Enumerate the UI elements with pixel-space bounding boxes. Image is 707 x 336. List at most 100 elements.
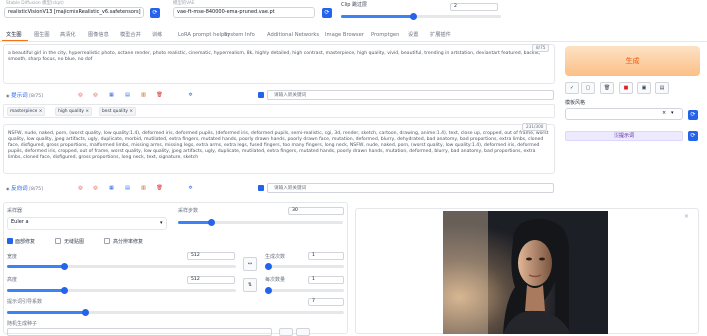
emoji-icon[interactable]: ◎ xyxy=(76,184,85,192)
swap-dimensions-button[interactable]: ⇅ xyxy=(243,278,257,292)
tab-2[interactable]: 高清化 xyxy=(60,29,76,41)
hires-fix-checkbox[interactable] xyxy=(104,238,110,244)
width-input[interactable]: 512 xyxy=(187,252,235,260)
tab-12[interactable]: 扩展插件 xyxy=(430,29,451,41)
width-label: 宽度 xyxy=(7,254,18,260)
batch-count-label: 生成次数 xyxy=(265,254,286,260)
chip-label: best quality xyxy=(102,109,128,114)
generate-button[interactable]: 生成 xyxy=(565,46,700,76)
seed-input[interactable] xyxy=(7,328,272,336)
trash-icon[interactable]: 🗑 xyxy=(600,82,614,94)
settings-icon[interactable]: ✲ xyxy=(186,91,195,99)
tab-5[interactable]: 训练 xyxy=(152,29,162,41)
extra-prompt-button[interactable]: 🅂提示词 xyxy=(565,131,683,141)
negative-keyword-toggle-checkbox[interactable] xyxy=(258,185,264,191)
clip-skip-input[interactable]: 2 xyxy=(450,3,498,11)
aspect-preset-button[interactable]: ↔ xyxy=(243,257,257,271)
negative-keyword-input[interactable]: 请输入新关键词 xyxy=(267,183,554,193)
chip-close-icon[interactable]: × xyxy=(85,109,89,114)
chip-high-quality[interactable]: high quality × xyxy=(55,107,93,116)
chip-best-quality[interactable]: best quality × xyxy=(99,107,137,116)
tab-1[interactable]: 图生图 xyxy=(34,29,50,41)
keyword-input[interactable]: 请输入新关键词 xyxy=(267,90,554,100)
chip-close-icon[interactable]: × xyxy=(129,109,133,114)
slider-handle[interactable] xyxy=(208,219,215,226)
close-icon[interactable]: × xyxy=(684,213,689,220)
prompt-textarea[interactable]: a beautiful girl in the city, hyperreali… xyxy=(3,44,555,84)
tab-6[interactable]: LoRA prompt helper xyxy=(178,29,230,41)
cfg-slider[interactable] xyxy=(7,309,344,316)
batch-size-slider[interactable] xyxy=(265,287,344,294)
prompt-token-counter: 8/75 xyxy=(532,44,550,52)
refresh-model-icon[interactable]: ⟳ xyxy=(150,8,160,18)
negative-textarea[interactable]: NSFW, nude, naked, porn, (worst quality,… xyxy=(3,124,555,174)
chip-masterpiece[interactable]: masterpiece × xyxy=(7,107,46,116)
restore-faces-checkbox[interactable] xyxy=(7,238,13,244)
style-clear-icon[interactable]: × xyxy=(662,109,666,118)
save-style-icon[interactable]: ▣ xyxy=(637,82,651,94)
tab-3[interactable]: 图像信息 xyxy=(88,29,109,41)
slider-handle[interactable] xyxy=(81,309,89,316)
vae-select[interactable]: vae-ft-mse-840000-ema-pruned.vae.pt xyxy=(173,7,315,18)
refresh-extra-icon[interactable]: ⟳ xyxy=(688,131,698,141)
negative-keyword-placeholder: 请输入新关键词 xyxy=(274,186,307,191)
extra-prompt-label: 🅂提示词 xyxy=(613,133,634,139)
seed-label: 随机生成种子 xyxy=(7,321,38,327)
model-label: Stable Diffusion 模型(ckpt) xyxy=(6,1,64,6)
tiling-checkbox[interactable] xyxy=(55,238,61,244)
translate-icon[interactable]: ▦ xyxy=(107,91,116,99)
chip-close-icon[interactable]: × xyxy=(39,109,43,114)
copy-icon[interactable]: ▤ xyxy=(123,91,132,99)
swap-icon: ⇅ xyxy=(247,282,253,288)
sampler-select[interactable]: Euler a ▾ xyxy=(7,217,167,230)
batch-count-slider[interactable] xyxy=(265,263,344,270)
steps-input[interactable]: 30 xyxy=(288,207,344,215)
copy-icon[interactable]: ▤ xyxy=(123,184,132,192)
style-chevron-down-icon[interactable]: ▾ xyxy=(671,109,674,118)
tab-11[interactable]: 设置 xyxy=(408,29,418,41)
steps-slider[interactable] xyxy=(178,219,343,226)
width-slider[interactable] xyxy=(7,263,236,270)
cfg-input[interactable]: 7 xyxy=(308,298,344,306)
slider-handle[interactable] xyxy=(265,287,272,294)
clip-skip-slider[interactable] xyxy=(341,13,501,20)
reuse-seed-button[interactable] xyxy=(296,328,310,336)
translate-icon[interactable]: ▦ xyxy=(107,184,116,192)
tab-10[interactable]: Promptgen xyxy=(371,29,399,41)
slider-handle[interactable] xyxy=(410,13,417,20)
emoji-icon[interactable]: ◎ xyxy=(76,91,85,99)
slider-handle[interactable] xyxy=(265,263,272,270)
history-icon[interactable]: ◎ xyxy=(91,184,100,192)
clipboard-icon[interactable]: ▥ xyxy=(139,184,148,192)
collapse-icon[interactable]: ◉ xyxy=(6,186,10,191)
height-slider[interactable] xyxy=(7,287,236,294)
tab-7[interactable]: System Info xyxy=(224,29,255,41)
apply-style-icon[interactable]: ▤ xyxy=(655,82,669,94)
extra-networks-icon[interactable]: ■ xyxy=(619,82,633,94)
history-icon[interactable]: ◎ xyxy=(91,91,100,99)
prompt-section-count: [8/75] xyxy=(29,94,43,99)
refresh-style-icon[interactable]: ⟳ xyxy=(688,110,698,120)
style-label: 模板风格 xyxy=(565,100,586,106)
delete-icon[interactable]: 🗑 xyxy=(155,91,164,99)
paste-icon[interactable]: ▢ xyxy=(581,82,595,94)
cfg-label: 提示词引导系数 xyxy=(7,299,43,305)
tab-9[interactable]: Image Browser xyxy=(325,29,364,41)
read-params-icon[interactable]: ✓ xyxy=(565,82,579,94)
batch-count-input[interactable]: 1 xyxy=(308,252,344,260)
tab-8[interactable]: Additional Networks xyxy=(267,29,319,41)
model-select[interactable]: realisticVisionV13 [majicmixRealistic_v6… xyxy=(4,7,144,18)
delete-icon[interactable]: 🗑 xyxy=(155,184,164,192)
settings-icon[interactable]: ✲ xyxy=(186,184,195,192)
keyword-toggle-checkbox[interactable] xyxy=(258,92,264,98)
batch-size-input[interactable]: 1 xyxy=(308,276,344,284)
random-seed-button[interactable] xyxy=(279,328,293,336)
refresh-vae-icon[interactable]: ⟳ xyxy=(322,8,332,18)
clipboard-icon[interactable]: ▥ xyxy=(139,91,148,99)
generated-image[interactable] xyxy=(443,211,608,334)
collapse-icon[interactable]: ◉ xyxy=(6,93,10,98)
tab-4[interactable]: 模型合并 xyxy=(120,29,141,41)
style-select[interactable]: × ▾ xyxy=(565,108,683,120)
height-input[interactable]: 512 xyxy=(187,276,235,284)
prompt-section-header: ◉ 提示词 [8/75] xyxy=(6,91,43,99)
